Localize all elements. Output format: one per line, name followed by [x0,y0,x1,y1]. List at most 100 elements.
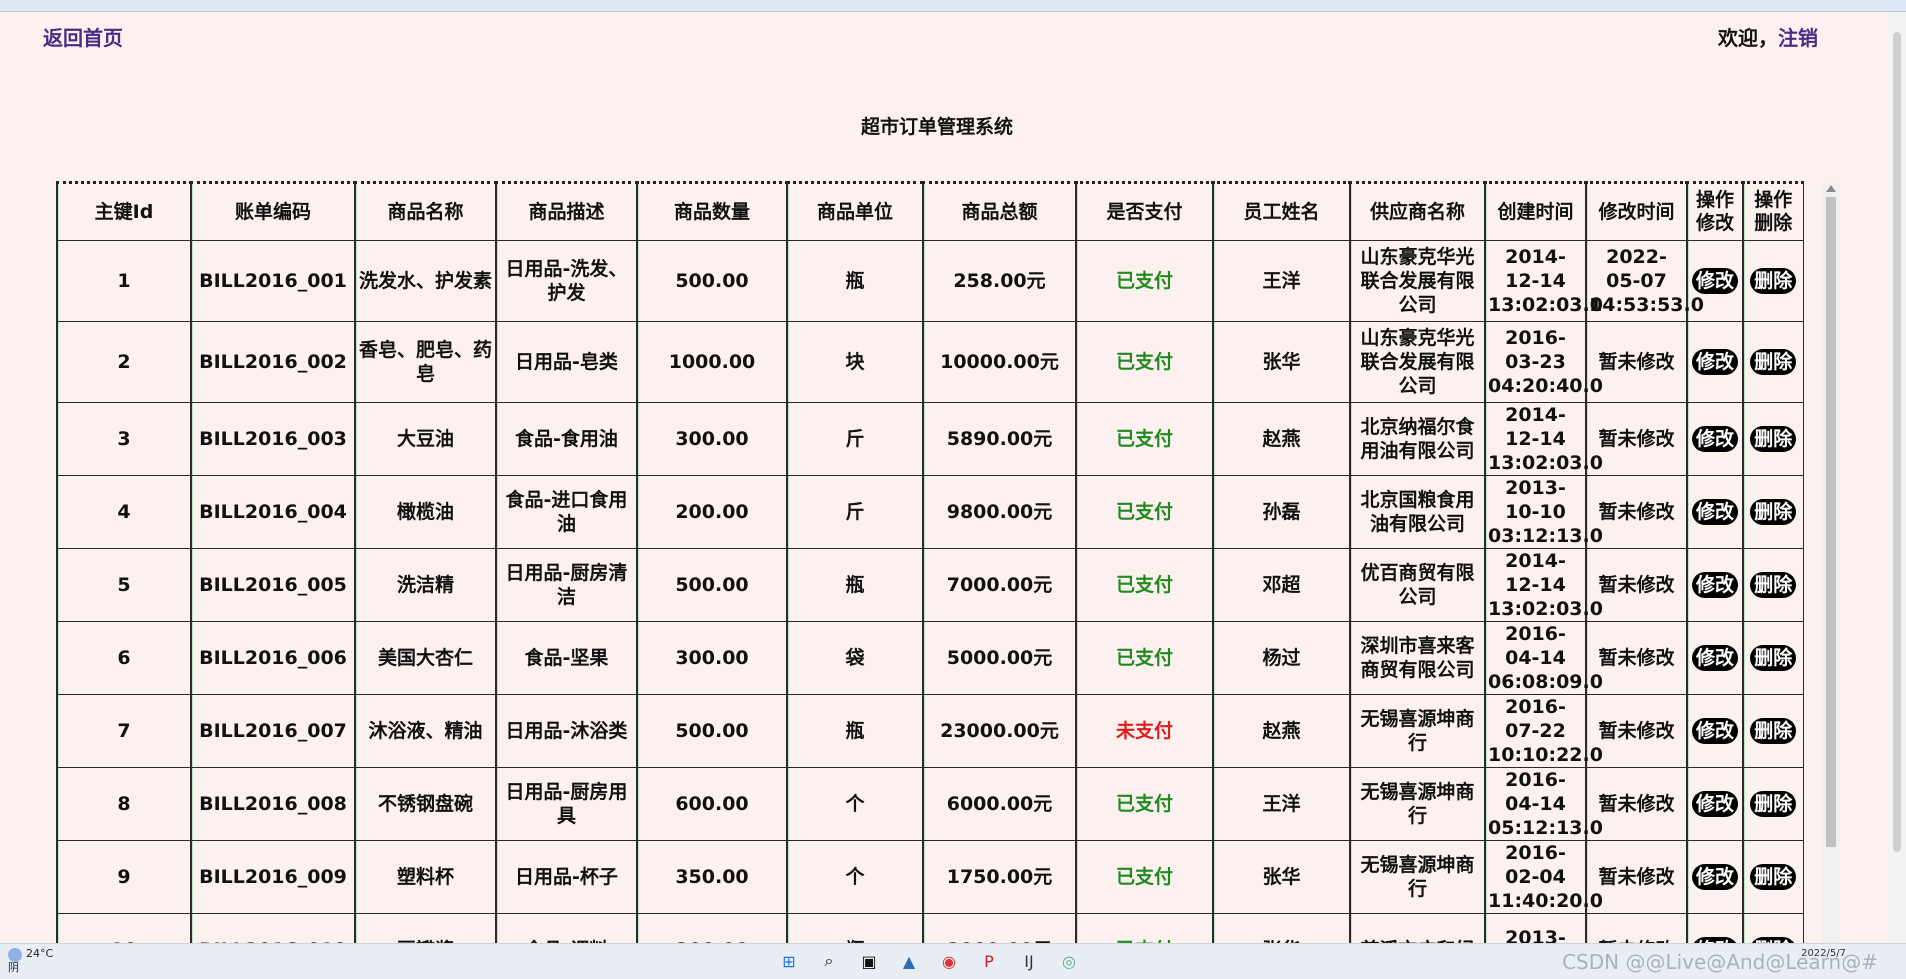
cell-qty: 300.00 [636,621,788,695]
cell-id: 9 [56,840,192,914]
delete-button[interactable]: 删除 [1750,572,1797,598]
table-row: 1 BILL2016_001 洗发水、护发素 日用品-洗发、护发 500.00 瓶 258.… [56,240,1804,322]
cell-unit: 瓶 [786,240,924,322]
orders-table-container[interactable]: 主键Id 账单编码 商品名称 商品描述 商品数量 商品单位 商品总额 是否支付 … [56,181,1804,943]
table-row: 7 BILL2016_007 沐浴液、精油 日用品-沐浴类 500.00 瓶 23000.0… [56,694,1804,768]
cell-unit: 斤 [786,402,924,476]
delete-button[interactable]: 删除 [1750,645,1797,671]
delete-button[interactable]: 删除 [1750,864,1797,890]
header-staff: 员工姓名 [1212,182,1351,241]
scroll-up-arrow-icon[interactable] [1826,185,1836,192]
cell-id: 3 [56,402,192,476]
cell-created: 2016-02-04 11:40:20.0 [1484,840,1603,914]
cell-paid: 已支付 [1075,321,1214,403]
cell-qty: 200.00 [636,475,788,549]
photos-icon[interactable]: ▲ [896,948,922,974]
cell-staff: 赵燕 [1212,402,1351,476]
delete-button[interactable]: 删除 [1750,426,1797,452]
scroll-thumb[interactable] [1826,197,1836,847]
cell-edit: 修改 [1686,694,1744,768]
cell-total: 258.00元 [922,240,1077,322]
cell-code: BILL2016_008 [190,767,356,841]
table-row: 5 BILL2016_005 洗洁精 日用品-厨房清洁 500.00 瓶 7000.00元已… [56,548,1804,622]
cell-supplier: 深圳市喜来客商贸有限公司 [1349,621,1486,695]
delete-button[interactable]: 删除 [1750,499,1797,525]
table-row: 3 BILL2016_003 大豆油 食品-食用油 300.00 斤 5890.00元 已支付… [56,402,1804,476]
cell-name: 洗洁精 [354,548,497,622]
cell-staff: 邓超 [1212,548,1351,622]
windows-start-icon[interactable]: ⊞ [776,948,802,974]
delete-button[interactable]: 删除 [1750,349,1797,375]
cell-created: 2014-12-14 13:02:03.0 [1484,240,1603,322]
cell-id: 6 [56,621,192,695]
intellij-icon[interactable]: IJ [1016,948,1042,974]
cell-unit: 袋 [786,621,924,695]
cell-delete: 删除 [1742,321,1804,403]
delete-button[interactable]: 删除 [1750,268,1797,294]
cell-edit: 修改 [1686,548,1744,622]
cell-id: 10 [56,913,192,943]
app-icon[interactable]: ◎ [1056,948,1082,974]
cell-staff: 孙磊 [1212,475,1351,549]
cell-code: BILL2016_009 [190,840,356,914]
edit-button[interactable]: 修改 [1691,426,1738,452]
cell-created: 2016-04-14 06:08:09.0 [1484,621,1603,695]
cell-created: 2016-07-22 10:10:22.0 [1484,694,1603,768]
cell-paid: 已支付 [1075,767,1214,841]
cell-supplier: 山东豪克华光联合发展有限公司 [1349,321,1486,403]
cell-staff: 张华 [1212,840,1351,914]
cell-paid: 已支付 [1075,475,1214,549]
edit-button[interactable]: 修改 [1691,349,1738,375]
cell-supplier: 无锡喜源坤商行 [1349,840,1486,914]
edit-button[interactable]: 修改 [1691,791,1738,817]
welcome-label: 欢迎， [1718,26,1778,50]
cell-supplier: 无锡喜源坤商行 [1349,694,1486,768]
cell-total: 7000.00元 [922,548,1077,622]
edit-button[interactable]: 修改 [1691,645,1738,671]
cell-code: BILL2016_010 [190,913,356,943]
cell-supplier: 无锡喜源坤商行 [1349,767,1486,841]
edit-button[interactable]: 修改 [1691,864,1738,890]
header-unit: 商品单位 [786,182,924,241]
weather-cloud-icon [8,948,22,962]
page-scrollbar[interactable] [1888,12,1906,942]
cell-name: 沐浴液、精油 [354,694,497,768]
edit-button[interactable]: 修改 [1691,718,1738,744]
cell-delete: 删除 [1742,621,1804,695]
cell-total: 5890.00元 [922,402,1077,476]
cell-edit: 修改 [1686,767,1744,841]
cell-desc: 日用品-沐浴类 [495,694,638,768]
table-scrollbar[interactable] [1822,183,1840,943]
cell-modified: 2022-05-07 14:53:53.0 [1585,240,1704,322]
cell-delete: 删除 [1742,913,1804,943]
task-view-icon[interactable]: ▣ [856,948,882,974]
pdf-app-icon[interactable]: P [976,948,1002,974]
cell-name: 塑料杯 [354,840,497,914]
logout-link[interactable]: 注销 [1778,26,1818,50]
header-created: 创建时间 [1484,182,1587,241]
cell-created: 2013-10-10 03:12:13.0 [1484,475,1603,549]
cell-created: 2013-10-29 [1484,913,1587,943]
edit-button[interactable]: 修改 [1691,572,1738,598]
welcome-area: 欢迎，注销 [1718,22,1818,51]
page-scroll-thumb[interactable] [1893,32,1901,852]
header-code: 账单编码 [190,182,356,241]
delete-button[interactable]: 删除 [1750,718,1797,744]
cell-delete: 删除 [1742,548,1804,622]
edit-button[interactable]: 修改 [1691,499,1738,525]
home-link[interactable]: 返回首页 [43,22,123,51]
cell-name: 香皂、肥皂、药皂 [354,321,497,403]
cell-edit: 修改 [1686,402,1744,476]
delete-button[interactable]: 删除 [1750,791,1797,817]
cell-id: 2 [56,321,192,403]
search-icon[interactable]: ⌕ [816,948,842,974]
chrome-icon[interactable]: ◉ [936,948,962,974]
cell-modified: 暂未修改 [1585,913,1688,943]
cell-desc: 日用品-杯子 [495,840,638,914]
weather-widget[interactable]: 24°C 阴 [8,948,53,974]
edit-button[interactable]: 修改 [1691,268,1738,294]
cell-qty: 200.00 [636,913,788,943]
orders-table: 主键Id 账单编码 商品名称 商品描述 商品数量 商品单位 商品总额 是否支付 … [56,181,1804,943]
table-row: 10BILL2016_010豆瓣酱食品-调料200.00瓶2000.00元已支付… [56,913,1804,943]
cell-paid: 未支付 [1075,694,1214,768]
